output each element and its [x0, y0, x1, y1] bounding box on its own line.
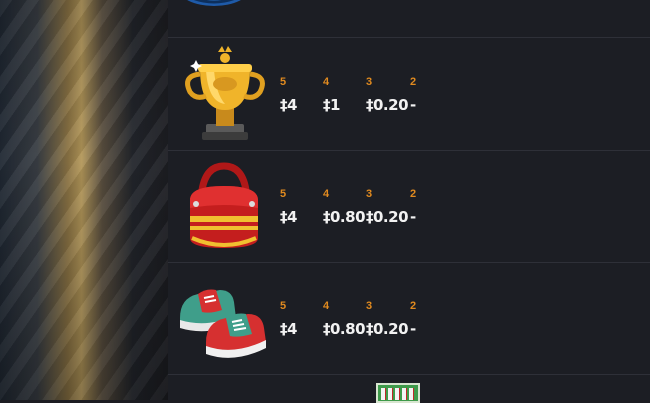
bowling-ball-icon [187, 0, 241, 6]
pay-2-of-kind: 2 - [410, 188, 470, 226]
pay-2-of-kind: 2 - [410, 76, 470, 114]
pay-count: 2 [410, 300, 417, 312]
trophy-icon [185, 46, 265, 140]
row-divider [168, 374, 650, 375]
pay-amount: - [410, 208, 416, 226]
paytable-row-shoes: 5 ‡4 4 ‡0.80 3 ‡0.20 2 - [168, 262, 650, 374]
bowling-shoes-icon [180, 289, 266, 358]
pay-count: 2 [410, 188, 417, 200]
pay-amount: - [410, 96, 416, 114]
bowling-pins-icon [376, 383, 420, 403]
paytable-row-trophy: 5 ‡4 4 ‡1 3 ‡0.20 2 - [168, 38, 650, 150]
bowling-alley-background [0, 0, 170, 400]
paytable-row-bag: 5 ‡4 4 ‡0.80 3 ‡0.20 2 - [168, 150, 650, 262]
bowling-bag-icon [190, 162, 258, 248]
pay-count: 2 [410, 76, 417, 88]
pay-amount: - [410, 320, 416, 338]
pay-2-of-kind: 2 - [410, 300, 470, 338]
